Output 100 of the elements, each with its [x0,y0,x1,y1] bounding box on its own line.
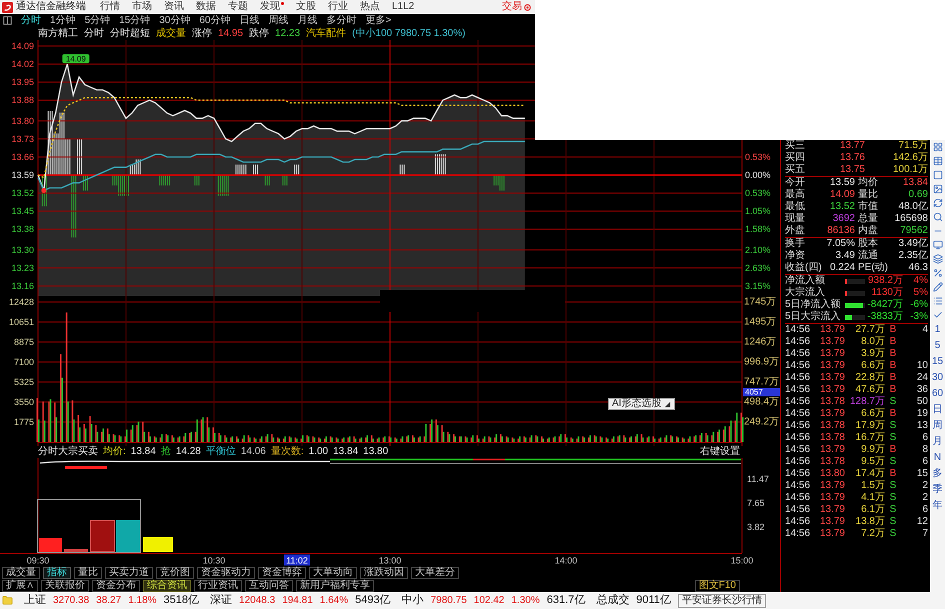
stock-info-text: (中小100 7980.75 1.30%) [352,28,466,38]
amount-axis-label: 249.2万 [744,416,780,428]
price-axis-label: 13.23 [11,262,34,273]
tick-price: 13.78 [818,397,845,407]
index-change: 102.42 [474,596,504,606]
tick-count: 7 [921,529,928,539]
index-percent: 1.64% [320,596,348,606]
tick-volume: 6.6万 [860,361,885,371]
tick-price: 13.80 [818,469,845,479]
tick-side: B [888,445,898,455]
tick-side: B [888,469,898,479]
tick-count: 6 [921,433,928,443]
price-axis-label: 13.45 [11,206,34,216]
annotation: 14.09 [66,54,86,64]
percent-axis-label: 0.53% [745,152,771,162]
tick-price: 13.79 [818,517,845,527]
tick-side: B [888,385,898,395]
quote-value: 3.49亿 [898,239,928,249]
quote-value: 13.59 [828,178,855,188]
tick-volume: 27.7万 [854,325,885,335]
amount-axis-label: 1745万 [744,296,776,308]
tick-side: S [888,481,898,491]
tick-volume: 9.9万 [860,445,885,455]
index-name: 上证 [24,595,46,606]
flow-value: -8427万 [866,300,903,310]
tick-count: 13 [916,421,928,431]
tick-side: S [888,421,898,431]
stock-info-text: 涨停 [192,28,212,38]
tick-count: 36 [916,385,928,395]
tick-count: 15 [916,469,928,479]
tick-volume: 6.1万 [860,505,885,515]
tick-side: S [888,529,898,539]
tick-time: 14:56 [785,385,812,395]
tick-side: S [888,493,898,503]
tick-side: S [888,505,898,515]
stock-info-text: 分时超短 [110,28,150,38]
tick-price: 13.79 [818,481,845,491]
tick-volume: 7.2万 [860,529,885,539]
tick-side: B [888,361,898,371]
stock-info-text: 14.95 [218,28,244,38]
tick-side: B [888,337,898,347]
index-amount: 631.7亿 [546,595,586,606]
quote-label: 今开 [785,178,806,188]
tick-volume: 17.4万 [854,469,885,479]
stock-info-text: 12.23 [275,28,300,38]
index-amount: 5493亿 [355,595,391,606]
quote-label: 最高 [785,190,806,200]
index-change: 194.81 [282,596,313,606]
tick-volume: 1.5万 [860,481,885,491]
quote-label: 量比 [858,190,879,200]
quote-value: 46.3 [908,263,928,273]
indicator-text: 14.28 [176,447,201,457]
tick-side: B [888,373,898,383]
price-axis-label: 13.66 [11,152,34,162]
tick-time: 14:56 [785,517,812,527]
tick-time: 14:56 [785,361,812,371]
quote-value: 14.09 [828,190,855,200]
total-label: 总成交 [596,595,630,606]
order-volume: 71.5万 [898,141,928,151]
indicator-text: 13.80 [363,447,388,457]
quote-value: 165698 [894,214,928,224]
indicator-text: 14.06 [240,447,266,457]
index-value: 7980.75 [430,596,467,606]
price-axis-label: 13.38 [11,224,34,234]
volume-axis-label: 12428 [8,297,34,307]
tick-time: 14:56 [785,421,812,431]
tick-count: 19 [916,409,928,419]
tick-price: 13.78 [818,433,845,443]
percent-axis-label: 0.00% [745,170,771,180]
cursor-time-label: 11:02 [284,554,310,566]
quote-label: 净资 [785,251,806,261]
order-label: 买三 [785,141,806,151]
tick-side: S [888,517,898,527]
quote-value: 3692 [832,214,855,224]
order-price: 13.76 [838,153,865,163]
tick-price: 13.79 [818,445,845,455]
quote-label: 外盘 [785,226,806,236]
percent-axis-label: 0.53% [745,188,771,198]
indicator-axis-label: 7.65 [747,498,765,508]
time-axis-label: 13:00 [378,556,402,566]
volume-axis-label: 10651 [8,317,34,328]
tick-price: 13.79 [818,505,845,515]
tick-price: 13.79 [818,361,845,371]
index-percent: 1.30% [511,596,540,606]
tick-price: 13.78 [818,421,845,431]
quote-value: 79562 [899,226,928,236]
tick-time: 14:56 [785,325,812,335]
index-change: 38.27 [96,596,122,606]
tick-time: 14:56 [785,469,812,479]
index-value: 12048.3 [239,596,276,606]
high-price-label: 14.09 [62,54,90,64]
tick-count: 8 [921,445,928,455]
quote-label: 均价 [858,178,879,188]
index-name: 中小 [402,595,424,606]
tick-count: 6 [921,505,928,515]
tick-side: B [888,409,898,419]
tick-count: 2 [921,493,928,503]
tick-volume: 128.7万 [848,397,885,407]
tick-volume: 17.9万 [854,421,885,431]
volume-axis-label: 8875 [14,337,34,348]
